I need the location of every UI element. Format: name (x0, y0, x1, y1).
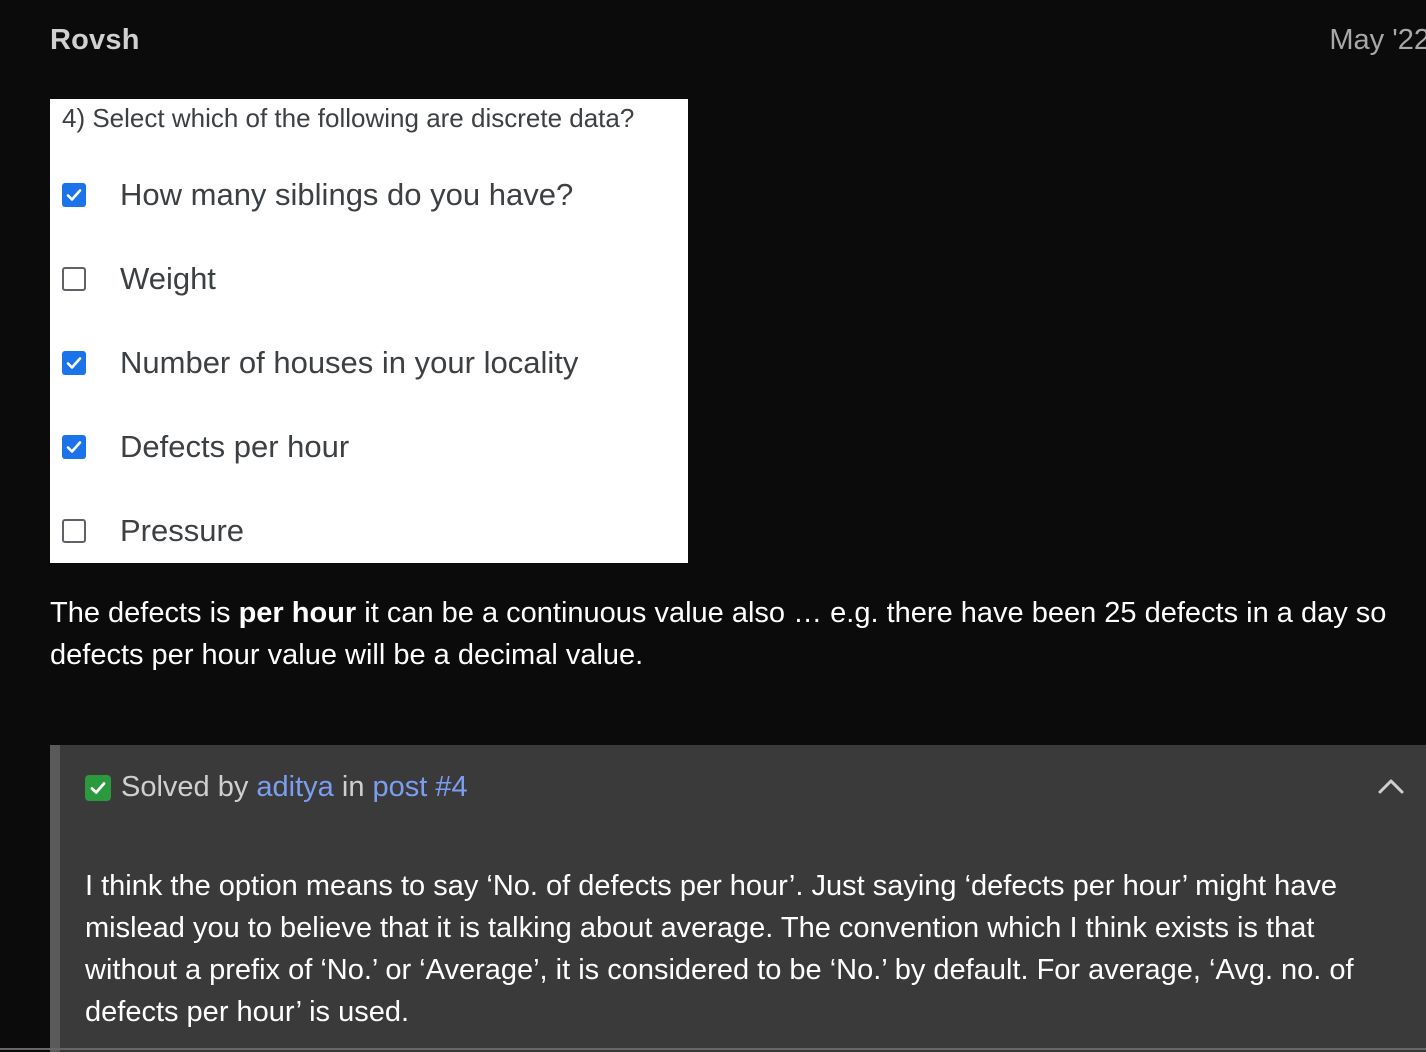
solver-link[interactable]: aditya (256, 771, 333, 804)
quiz-option-label: Weight (120, 261, 216, 296)
quiz-option: Weight (62, 259, 216, 299)
post-body-bold: per hour (238, 597, 357, 629)
solution-quote: Solved by aditya in post #4 I think the … (50, 745, 1426, 1052)
quiz-option-label: How many siblings do you have? (120, 177, 574, 212)
checkbox-checked-icon (62, 435, 86, 459)
quiz-option-label: Defects per hour (120, 429, 350, 464)
collapse-button[interactable] (1374, 769, 1408, 803)
check-square-icon (85, 774, 111, 801)
checkbox-unchecked-icon (62, 519, 86, 543)
quiz-option: Pressure (62, 511, 244, 551)
quiz-option-label: Number of houses in your locality (120, 345, 579, 380)
post-link[interactable]: post #4 (373, 771, 468, 804)
post-author[interactable]: Rovsh (50, 24, 140, 57)
in-label: in (341, 771, 365, 803)
quiz-option: How many siblings do you have? (62, 175, 573, 215)
quiz-option: Number of houses in your locality (62, 343, 578, 383)
divider (0, 1048, 1426, 1050)
post-body-text: The defects is (50, 597, 239, 629)
chevron-up-icon (1378, 779, 1404, 794)
forum-post: Rovsh May '22 4) Select which of the fol… (0, 0, 1426, 1052)
solved-by-label: Solved by (121, 771, 249, 803)
solution-header: Solved by aditya in post #4 (85, 771, 468, 804)
quiz-question: 4) Select which of the following are dis… (62, 103, 635, 133)
quiz-option-label: Pressure (120, 513, 245, 548)
checkbox-checked-icon (62, 351, 86, 375)
quiz-option: Defects per hour (62, 427, 349, 467)
checkbox-unchecked-icon (62, 267, 86, 291)
solution-text: I think the option means to say ‘No. of … (85, 870, 1354, 1028)
post-date[interactable]: May '22 (1329, 24, 1426, 57)
checkbox-checked-icon (62, 183, 86, 207)
post-body: The defects is per hour it can be a cont… (50, 592, 1420, 676)
quiz-image: 4) Select which of the following are dis… (50, 99, 688, 563)
